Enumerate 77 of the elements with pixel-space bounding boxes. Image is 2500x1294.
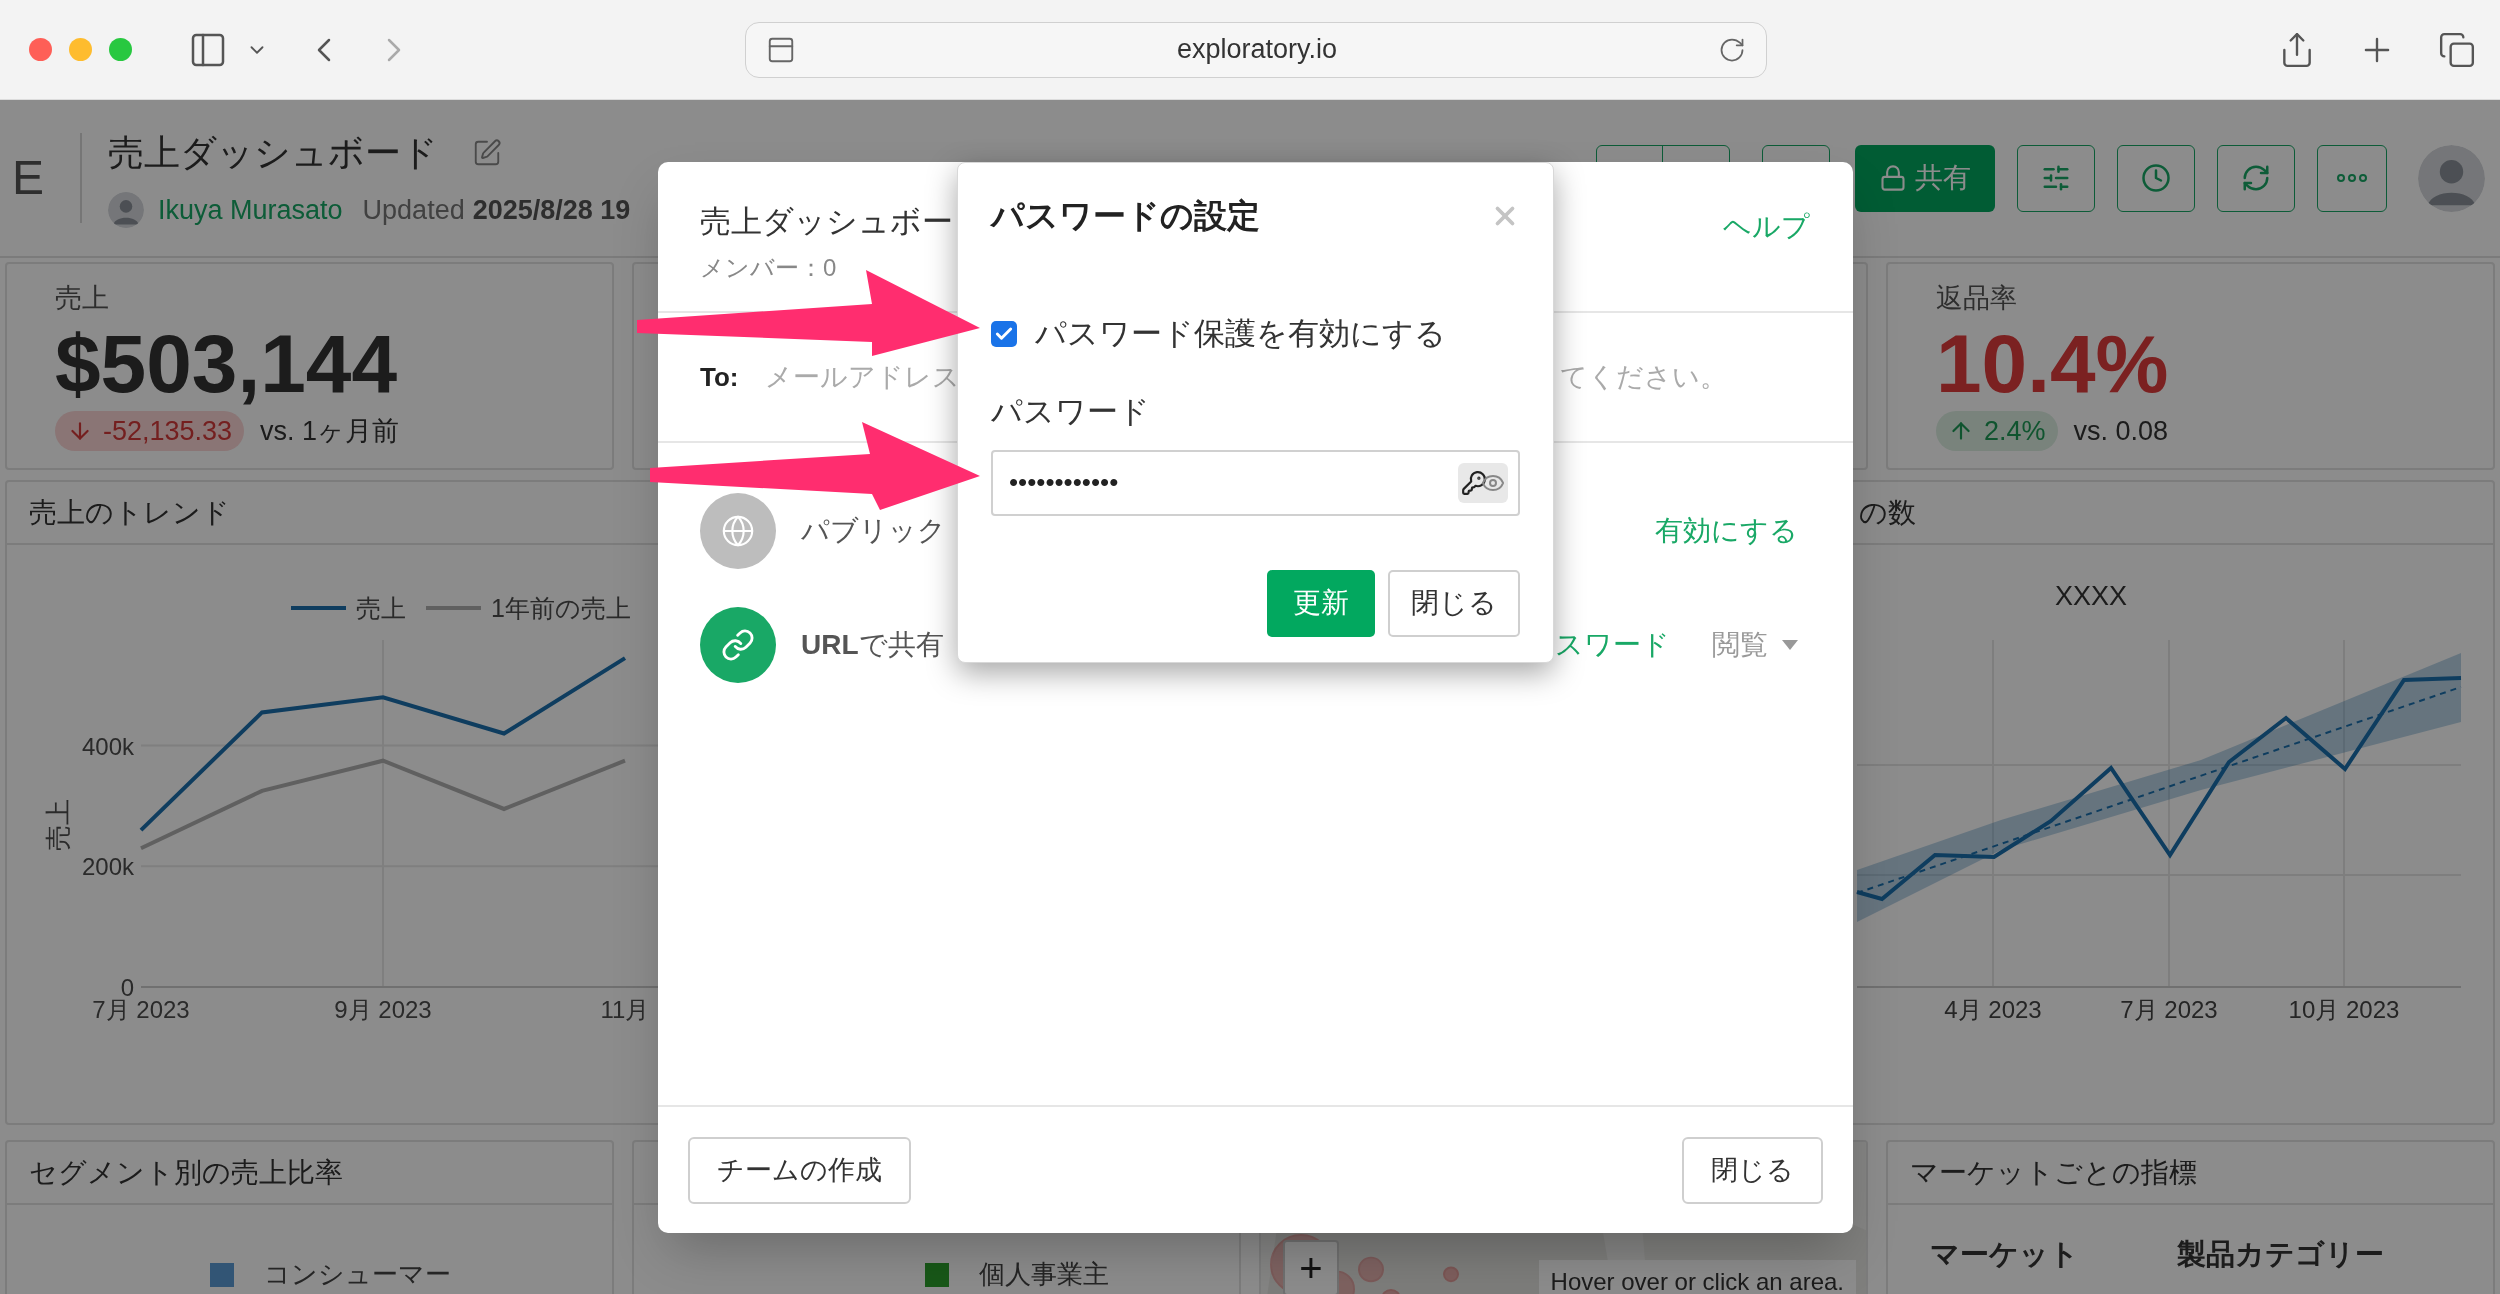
updated-label: Updated [362,193,465,227]
close-button[interactable]: 閉じる [1682,1136,1823,1204]
settings-button[interactable] [2017,144,2095,212]
legend-label: 売上 [356,594,406,622]
update-button[interactable]: 更新 [1267,569,1375,637]
app-logo[interactable]: E [12,142,56,214]
axis-title: 売上 [43,799,73,851]
option-label: パブリック [801,514,946,548]
sliders-icon [2041,163,2071,193]
legend-label: 1年前の売上 [491,594,631,622]
kpi-value: 10.4% [1936,318,2170,409]
x-tick-label: 9月 2023 [334,996,432,1023]
avatar [2418,144,2485,212]
link-icon [721,628,755,662]
y-tick-label: 400k [81,732,134,760]
more-icon [2337,174,2367,182]
member-count: メンバー：0 [700,253,838,283]
kpi-label: 売上 [55,282,110,315]
dashboard-title: 売上ダッシュボード [108,130,438,175]
clock-icon [2141,163,2171,193]
tabs-icon[interactable] [2438,30,2476,69]
legend-swatch [291,606,346,610]
legend-swatch [426,606,481,610]
comparison-label: vs. 1ヶ月前 [260,414,400,448]
help-link[interactable]: ヘルプ [1723,206,1810,242]
enable-link[interactable]: 有効にする [1655,510,1798,552]
permission-dropdown[interactable]: 閲覧 [1712,624,1798,666]
refresh-icon [2241,163,2271,193]
column-header[interactable]: マーケット [1930,1233,2079,1277]
change-badge: -52,135.33 [55,410,245,451]
x-tick-label: 10月 2023 [2288,996,2400,1023]
comparison-label: vs. 0.08 [2073,414,2169,448]
address-bar[interactable]: exploratory.io [745,21,1767,78]
zoom-in-button[interactable]: + [1283,1240,1339,1294]
edit-icon[interactable] [472,137,502,168]
refresh-button[interactable] [2217,144,2295,212]
checkbox[interactable] [991,321,1017,348]
email-placeholder-tail: てください。 [1560,360,1727,394]
kpi-value: $503,144 [55,318,398,409]
caret-icon [1782,640,1798,650]
close-window-button[interactable] [29,38,52,61]
checkbox-label: パスワード保護を有効にする [1035,315,1446,353]
password-link[interactable]: スワード [1555,624,1670,666]
panel-title: セグメント別の売上比率 [29,1155,343,1190]
legend-label: コンシューマー [264,1258,451,1291]
dialog-title: 売上ダッシュボー [700,203,953,241]
panel-title: マーケットごとの指標 [1910,1155,2197,1190]
panel-title: 売上のトレンド [29,495,230,530]
avatar [108,192,144,228]
close-button[interactable]: 閉じる [1388,569,1520,637]
updated-date: 2025/8/28 19 [472,193,631,227]
x-tick-label: 11月 [600,996,650,1023]
legend-swatch [210,1262,234,1287]
legend-swatch [925,1262,949,1287]
create-team-button[interactable]: チームの作成 [688,1136,911,1204]
url-text: exploratory.io [1175,33,1339,67]
map-hint: Hover over or click an area. [1538,1260,1856,1294]
history-button[interactable] [2117,144,2195,212]
x-tick-label: 4月 2023 [1944,996,2042,1023]
zoom-window-button[interactable] [109,38,132,61]
key-eye-icon[interactable] [1458,462,1508,503]
legend-label: 個人事業主 [979,1258,1109,1291]
globe-icon [721,514,755,548]
option-label: URLで共有 [801,628,944,662]
y-tick-label: 200k [81,853,134,881]
to-label: To: [700,360,739,394]
dialog-title: パスワードの設定 [991,196,1260,236]
password-field[interactable]: •••••••••••• [991,449,1520,516]
x-tick-label: 7月 2023 [2120,996,2218,1023]
kpi-label: 返品率 [1936,282,2018,315]
column-header[interactable]: 製品カテゴリー [2177,1233,2384,1277]
minimize-window-button[interactable] [69,38,92,61]
chart-title: XXXX [2055,581,2127,611]
panel-title: の数 [1859,495,1916,530]
lock-icon [1879,164,1907,192]
more-button[interactable] [2317,144,2387,212]
change-badge: 2.4% [1936,410,2058,451]
